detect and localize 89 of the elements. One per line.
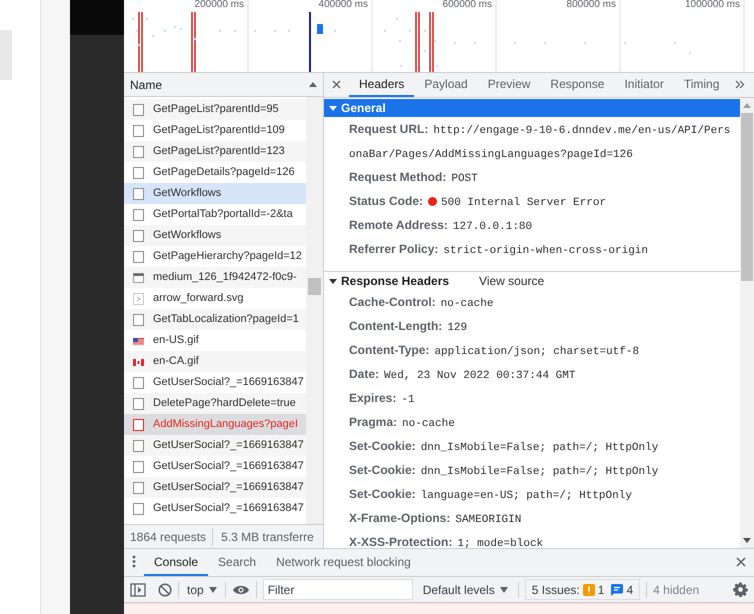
settings-icon[interactable] (733, 582, 748, 597)
sidebar-toggle-icon[interactable] (130, 582, 146, 596)
header-field: Set-Cookie: dnn_IsMobile=False; path=/; HttpOnly (349, 459, 736, 483)
details-scrollbar[interactable] (740, 98, 754, 548)
header-field: Referrer Policy: strict-origin-when-cross-origin (349, 238, 736, 262)
header-field: X-XSS-Protection: 1; mode=block (349, 531, 736, 548)
column-header[interactable]: Name (124, 73, 323, 97)
document-icon (132, 208, 145, 222)
section-header[interactable]: Response Headers View source (324, 271, 740, 290)
document-icon (132, 144, 145, 158)
document-icon (132, 102, 145, 116)
context-dropdown[interactable]: top (185, 580, 219, 598)
document-icon (132, 396, 145, 410)
close-icon[interactable] (736, 557, 746, 567)
request-count: 1864 requests (124, 528, 214, 546)
issues-button[interactable]: 5 Issues: 1 4 (524, 579, 640, 600)
caret-icon (500, 586, 508, 592)
document-icon (132, 376, 145, 390)
panel-tab[interactable]: Initiator (614, 73, 674, 97)
caret-icon (208, 586, 217, 592)
document-icon (132, 228, 145, 242)
axis-label: 600000 ms (442, 0, 492, 12)
filter-field[interactable]: Filter (262, 579, 413, 600)
request-row[interactable]: DeletePage?hardDelete=true (124, 393, 306, 414)
view-source-link[interactable]: View source (479, 272, 544, 290)
request-row[interactable]: GetPageList?parentId=95 (124, 99, 306, 120)
header-field: Status Code: 500 Internal Server Error (349, 190, 736, 214)
document-icon (132, 438, 145, 452)
menu-icon[interactable] (132, 555, 136, 568)
close-icon[interactable] (332, 80, 341, 89)
panel-tab[interactable]: Response (540, 73, 614, 97)
header-field: Set-Cookie: dnn_IsMobile=False; path=/; HttpOnly (349, 435, 736, 459)
axis-label: 400000 ms (318, 0, 368, 12)
axis-label: 800000 ms (566, 0, 616, 12)
request-row[interactable]: GetWorkflows (124, 225, 306, 246)
transfer-size: 5.3 MB transferre (220, 528, 315, 546)
scroll-down-icon[interactable] (743, 538, 751, 543)
panel-tab[interactable]: Headers (349, 73, 414, 97)
request-row[interactable]: GetUserSocial?_=1669163847 (124, 435, 306, 456)
header-field: Request Method: POST (349, 166, 736, 190)
header-field: Content-Length: 129 (349, 315, 736, 339)
request-row[interactable]: medium_126_1f942472-f0c9- (124, 267, 306, 288)
header-field: Cache-Control: no-cache (349, 291, 736, 315)
more-tabs-icon[interactable] (735, 80, 746, 89)
eye-icon[interactable] (232, 584, 250, 596)
warning-icon (582, 584, 595, 596)
panel-tab[interactable]: Timing (674, 73, 730, 97)
panel-tab[interactable]: Payload (414, 73, 478, 97)
scrollbar-thumb[interactable] (741, 113, 753, 281)
sort-up-icon (309, 82, 317, 87)
expanded-triangle-icon (329, 277, 337, 285)
document-icon (132, 312, 145, 326)
header-field: Set-Cookie: language=en-US; path=/; HttpOnly (349, 483, 736, 507)
document-icon (132, 166, 145, 180)
header-field: Date: Wed, 23 Nov 2022 00:37:44 GMT (349, 363, 736, 387)
axis-label: 1000000 ms (684, 0, 740, 12)
request-row[interactable]: GetTabLocalization?pageId=1 (124, 309, 306, 330)
header-field: Remote Address: 127.0.0.1:80 (349, 214, 736, 238)
request-row[interactable]: GetUserSocial?_=1669163847 (124, 477, 306, 498)
expanded-triangle-icon (329, 104, 337, 112)
request-row[interactable]: GetWorkflows (124, 183, 306, 204)
header-field: X-Frame-Options: SAMEORIGIN (349, 507, 736, 531)
document-icon (132, 460, 145, 474)
document-icon (132, 250, 145, 264)
panel-tab[interactable]: Preview (478, 73, 540, 97)
hidden-count: 4 hidden (653, 582, 700, 598)
document-icon (132, 502, 145, 516)
image-icon (132, 270, 145, 284)
drawer-tab[interactable]: Search (208, 549, 266, 576)
header-field: Content-Type: application/json; charset=utf-8 (349, 339, 736, 363)
clear-console-icon[interactable] (158, 582, 172, 596)
document-icon (132, 480, 145, 494)
document-icon (132, 186, 145, 200)
request-row[interactable]: GetPageList?parentId=123 (124, 141, 306, 162)
request-row[interactable]: en-CA.gif (124, 351, 306, 372)
section-header[interactable]: General (324, 99, 740, 117)
message-icon (611, 584, 624, 596)
log-levels-dropdown[interactable]: Default levels (418, 580, 512, 598)
scrollbar-thumb[interactable] (308, 278, 322, 295)
scrollbar[interactable] (306, 97, 323, 524)
column-title: Name (130, 76, 162, 94)
document-icon (132, 124, 145, 138)
file-icon (132, 292, 145, 306)
axis-label: 200000 ms (194, 0, 244, 12)
document-icon (132, 418, 145, 432)
header-field: Request URL: http://engage-9-10-6.dnndev.me/en-us/API/PersonaBar/Pages/AddMissingLanguages?pageId=126 (349, 118, 736, 166)
header-field: Pragma: no-cache (349, 411, 736, 435)
drawer-tab[interactable]: Network request blocking (266, 549, 421, 576)
header-field: Expires: -1 (349, 387, 736, 411)
